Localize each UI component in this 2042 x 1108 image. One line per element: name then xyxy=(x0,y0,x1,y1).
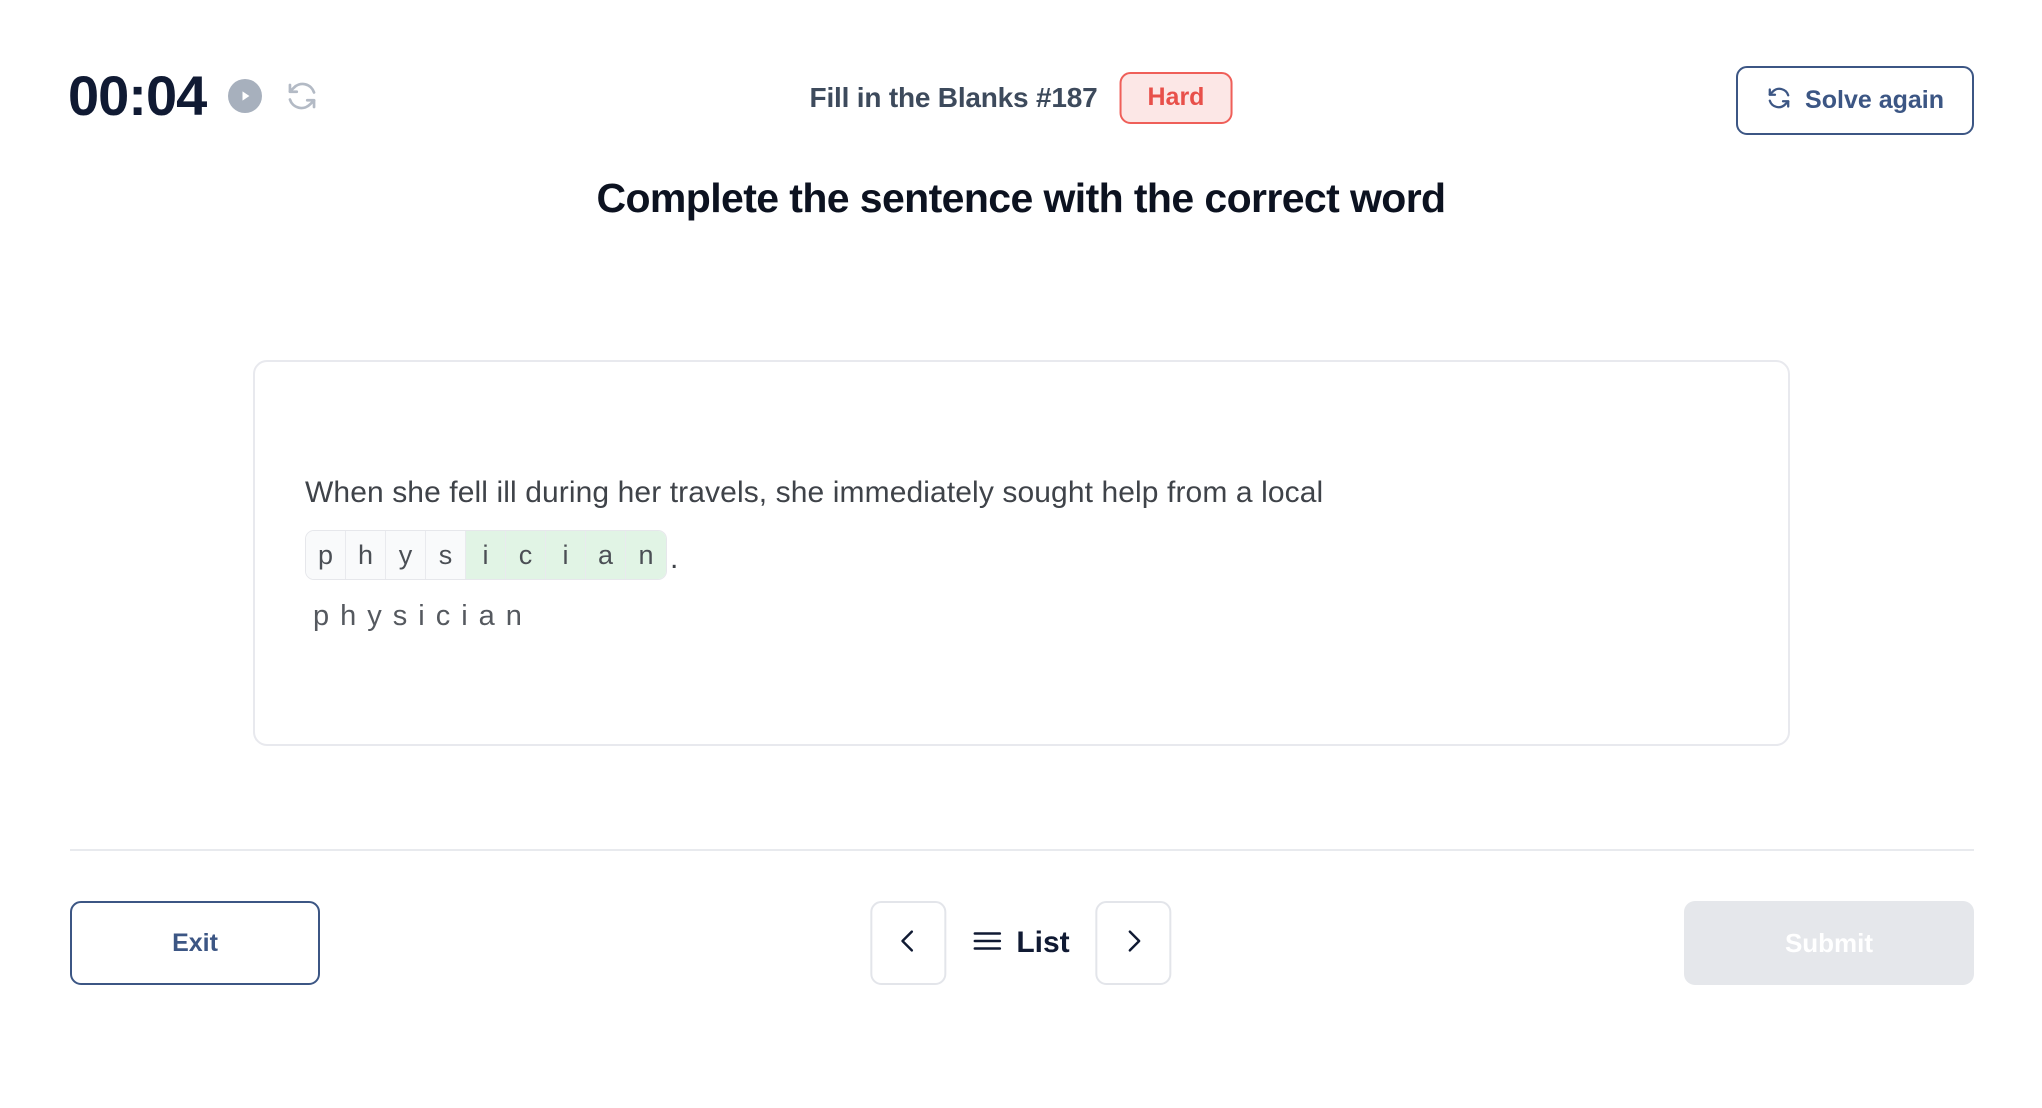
trailing-punctuation: . xyxy=(670,542,679,575)
letter-cell-3[interactable]: s xyxy=(426,531,466,579)
chevron-left-icon xyxy=(894,927,922,960)
puzzle-title-group: Fill in the Blanks #187 Hard xyxy=(810,72,1233,124)
answer-row: physician . xyxy=(305,530,1745,580)
sentence-block: When she fell ill during her travels, sh… xyxy=(305,478,1745,633)
fill-in-the-blanks-page: 00:04 Fill in the Blanks #187 Hard Solve… xyxy=(0,0,2042,1108)
navigation-group: List xyxy=(870,901,1172,985)
letter-cell-2[interactable]: y xyxy=(386,531,426,579)
letter-cell-5[interactable]: c xyxy=(506,531,546,579)
reset-timer-icon[interactable] xyxy=(284,78,320,114)
question-card: When she fell ill during her travels, sh… xyxy=(253,360,1790,746)
chevron-right-icon xyxy=(1120,927,1148,960)
sentence-prefix: When she fell ill during her travels, sh… xyxy=(305,476,1324,509)
next-question-button[interactable] xyxy=(1095,901,1172,985)
letter-cell-6[interactable]: i xyxy=(546,531,586,579)
prev-question-button[interactable] xyxy=(870,901,947,985)
play-icon[interactable] xyxy=(228,79,263,113)
letter-cell-1[interactable]: h xyxy=(346,531,386,579)
list-label: List xyxy=(1016,926,1070,959)
spelled-answer-word: physician xyxy=(313,600,533,632)
timer-group: 00:04 xyxy=(68,68,320,124)
solve-again-button[interactable]: Solve again xyxy=(1736,66,1974,135)
solve-again-label: Solve again xyxy=(1805,86,1944,114)
hamburger-icon xyxy=(972,929,1002,958)
puzzle-title: Fill in the Blanks #187 xyxy=(809,82,1098,113)
footer-divider xyxy=(70,849,1974,851)
timer-value: 00:04 xyxy=(68,64,207,127)
submit-button[interactable]: Submit xyxy=(1684,901,1974,985)
page-title: Complete the sentence with the correct w… xyxy=(596,175,1446,221)
letter-cell-0[interactable]: p xyxy=(306,531,346,579)
letter-cell-7[interactable]: a xyxy=(586,531,626,579)
refresh-icon xyxy=(1766,85,1792,116)
answer-letter-boxes[interactable]: physician xyxy=(305,530,667,580)
list-button[interactable]: List xyxy=(968,928,1073,958)
header: 00:04 Fill in the Blanks #187 Hard Solve… xyxy=(0,0,2042,160)
difficulty-badge: Hard xyxy=(1119,72,1233,124)
exit-button[interactable]: Exit xyxy=(70,901,320,985)
letter-cell-8[interactable]: n xyxy=(626,531,666,579)
letter-cell-4[interactable]: i xyxy=(466,531,506,579)
